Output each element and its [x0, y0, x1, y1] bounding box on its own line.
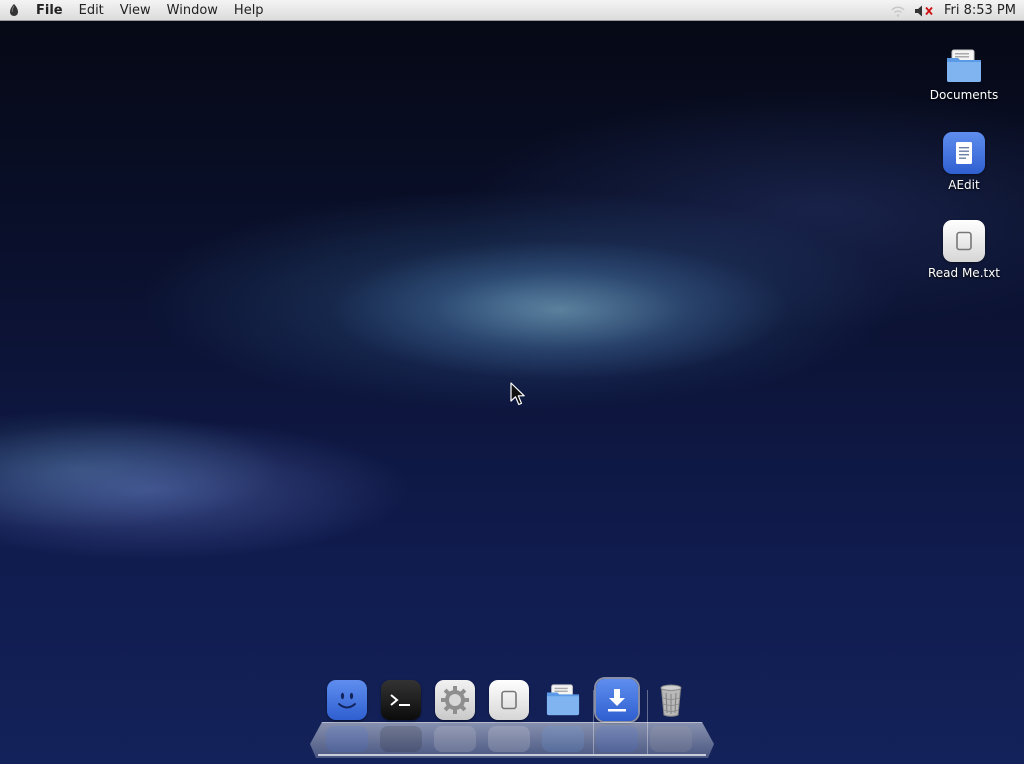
- menu-window[interactable]: Window: [159, 0, 226, 21]
- blank-app-icon: [489, 680, 529, 720]
- dock-item-documents[interactable]: [542, 678, 584, 722]
- desktop-icon-label: Documents: [929, 88, 999, 102]
- dock: [326, 676, 692, 722]
- text-editor-icon: [943, 132, 985, 174]
- desktop-icon-documents[interactable]: Documents: [919, 48, 1009, 102]
- terminal-icon: [381, 680, 421, 720]
- folder-icon: [947, 49, 981, 82]
- dock-item-system-preferences[interactable]: [434, 678, 476, 722]
- mouse-pointer-icon: [510, 382, 525, 406]
- menu-bar: File Edit View Window Help Fri 8:53 PM: [0, 0, 1024, 21]
- wifi-icon[interactable]: [890, 4, 906, 18]
- dock-item-downloads[interactable]: [596, 678, 638, 722]
- menu-file[interactable]: File: [28, 0, 71, 21]
- menu-tray: Fri 8:53 PM: [890, 0, 1016, 21]
- clock[interactable]: Fri 8:53 PM: [944, 3, 1016, 18]
- dock-item-trash[interactable]: [650, 678, 692, 722]
- desktop-icon-aedit[interactable]: AEdit: [919, 132, 1009, 192]
- trash-icon: [660, 684, 682, 717]
- text-file-icon: [943, 220, 985, 262]
- dock-shelf-edge: [318, 754, 706, 756]
- download-icon: [596, 679, 638, 721]
- menu-help[interactable]: Help: [226, 0, 272, 21]
- dock-item-blank-app[interactable]: [488, 678, 530, 722]
- menu-view[interactable]: View: [112, 0, 159, 21]
- desktop[interactable]: File Edit View Window Help Fri 8:53 PM D…: [0, 0, 1024, 764]
- gear-icon: [435, 680, 475, 720]
- apple-logo-icon[interactable]: [0, 0, 28, 21]
- finder-face-icon: [327, 680, 367, 720]
- desktop-icon-label: AEdit: [948, 178, 980, 192]
- desktop-icon-label: Read Me.txt: [927, 266, 1001, 280]
- desktop-icon-read-me[interactable]: Read Me.txt: [919, 220, 1009, 280]
- menu-edit[interactable]: Edit: [71, 0, 112, 21]
- dock-reflection: [326, 726, 706, 752]
- folder-icon: [546, 684, 580, 716]
- volume-muted-icon[interactable]: [914, 4, 936, 18]
- dock-item-terminal[interactable]: [380, 678, 422, 722]
- dock-item-finder[interactable]: [326, 678, 368, 722]
